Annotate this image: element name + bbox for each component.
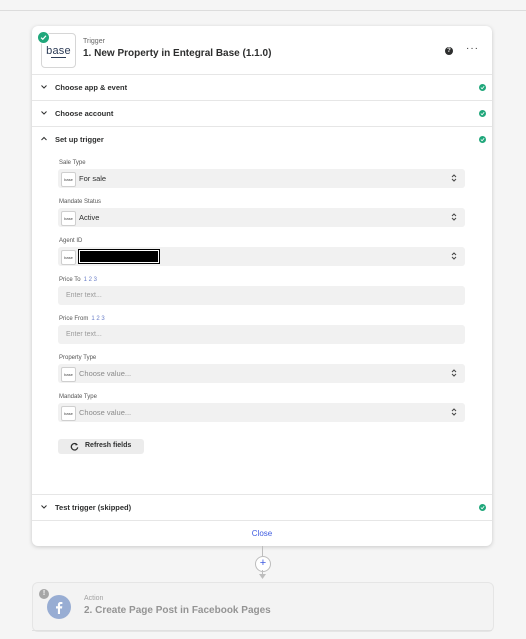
app-icon: base bbox=[61, 211, 76, 226]
check-icon bbox=[479, 504, 486, 511]
more-icon[interactable]: ··· bbox=[466, 43, 479, 54]
section-test-trigger[interactable]: Test trigger (skipped) bbox=[32, 494, 492, 521]
chevron-down-icon bbox=[41, 111, 47, 115]
select-arrows-icon bbox=[451, 213, 457, 221]
redacted-value bbox=[78, 249, 160, 264]
trigger-step-card: base Trigger 1. New Property in Entegral… bbox=[32, 26, 492, 546]
chevron-up-icon bbox=[41, 136, 47, 141]
property-type-label: Property Type bbox=[59, 355, 97, 361]
number-hint: 1 2 3 bbox=[91, 316, 105, 322]
refresh-label: Refresh fields bbox=[85, 442, 132, 449]
mandate-status-select[interactable]: base Active bbox=[58, 208, 465, 227]
step-kind-label: Trigger bbox=[83, 38, 105, 45]
price-from-input[interactable] bbox=[58, 325, 465, 344]
app-icon-text: base bbox=[64, 372, 73, 377]
bottom-divider bbox=[32, 630, 492, 631]
logo-text: base bbox=[46, 44, 71, 57]
check-icon bbox=[479, 84, 486, 91]
top-divider bbox=[0, 10, 526, 11]
facebook-icon bbox=[47, 595, 71, 619]
help-icon[interactable]: ? bbox=[445, 47, 453, 55]
mandate-type-select[interactable]: base Choose value... bbox=[58, 403, 465, 422]
connector-line bbox=[262, 546, 263, 556]
sale-type-select[interactable]: base For sale bbox=[58, 169, 465, 188]
select-arrows-icon bbox=[451, 174, 457, 182]
section-choose-app[interactable]: Choose app & event bbox=[32, 74, 492, 101]
sale-type-label: Sale Type bbox=[59, 160, 86, 166]
close-button[interactable]: Close bbox=[32, 520, 492, 547]
price-from-label: Price From 1 2 3 bbox=[59, 316, 105, 322]
section-label: Set up trigger bbox=[55, 135, 104, 144]
section-set-up-trigger[interactable]: Set up trigger bbox=[32, 126, 492, 153]
app-icon-text: base bbox=[64, 255, 73, 260]
refresh-fields-button[interactable]: Refresh fields bbox=[58, 439, 144, 454]
mandate-status-value: Active bbox=[79, 213, 100, 222]
add-step-plus-icon[interactable]: + bbox=[255, 556, 271, 572]
agent-id-select[interactable]: base bbox=[58, 247, 465, 266]
action-step-card[interactable]: ! Action 2. Create Page Post in Facebook… bbox=[32, 582, 494, 632]
select-arrows-icon bbox=[451, 408, 457, 416]
select-arrows-icon bbox=[451, 369, 457, 377]
property-type-select[interactable]: base Choose value... bbox=[58, 364, 465, 383]
property-type-placeholder: Choose value... bbox=[79, 369, 132, 378]
refresh-icon bbox=[70, 442, 79, 451]
price-to-label: Price To 1 2 3 bbox=[59, 277, 97, 283]
warning-icon: ! bbox=[39, 589, 49, 599]
app-icon: base bbox=[61, 406, 76, 421]
select-arrows-icon bbox=[451, 252, 457, 260]
check-icon bbox=[479, 110, 486, 117]
price-from-label-text: Price From bbox=[59, 316, 89, 322]
app-icon: base bbox=[61, 367, 76, 382]
app-icon-text: base bbox=[64, 177, 73, 182]
section-label: Choose app & event bbox=[55, 83, 128, 92]
status-check-icon bbox=[37, 31, 50, 44]
sale-type-value: For sale bbox=[79, 174, 107, 183]
step-title[interactable]: 1. New Property in Entegral Base (1.1.0) bbox=[83, 48, 271, 59]
app-icon-text: base bbox=[64, 216, 73, 221]
price-to-label-text: Price To bbox=[59, 277, 81, 283]
action-kind-label: Action bbox=[84, 595, 104, 602]
app-icon: base bbox=[61, 250, 76, 265]
section-label: Test trigger (skipped) bbox=[55, 503, 132, 512]
mandate-type-label: Mandate Type bbox=[59, 394, 97, 400]
section-label: Choose account bbox=[55, 109, 114, 118]
mandate-type-placeholder: Choose value... bbox=[79, 408, 132, 417]
agent-id-label: Agent ID bbox=[59, 238, 83, 244]
arrow-down-icon bbox=[259, 574, 266, 579]
chevron-down-icon bbox=[41, 85, 47, 89]
price-to-input[interactable] bbox=[58, 286, 465, 305]
check-icon bbox=[479, 136, 486, 143]
chevron-down-icon bbox=[41, 505, 47, 509]
app-icon-text: base bbox=[64, 411, 73, 416]
section-choose-account[interactable]: Choose account bbox=[32, 100, 492, 127]
action-title[interactable]: 2. Create Page Post in Facebook Pages bbox=[84, 605, 271, 616]
mandate-status-label: Mandate Status bbox=[59, 199, 102, 205]
number-hint: 1 2 3 bbox=[83, 277, 97, 283]
trigger-header[interactable]: base Trigger 1. New Property in Entegral… bbox=[32, 26, 492, 74]
app-icon: base bbox=[61, 172, 76, 187]
